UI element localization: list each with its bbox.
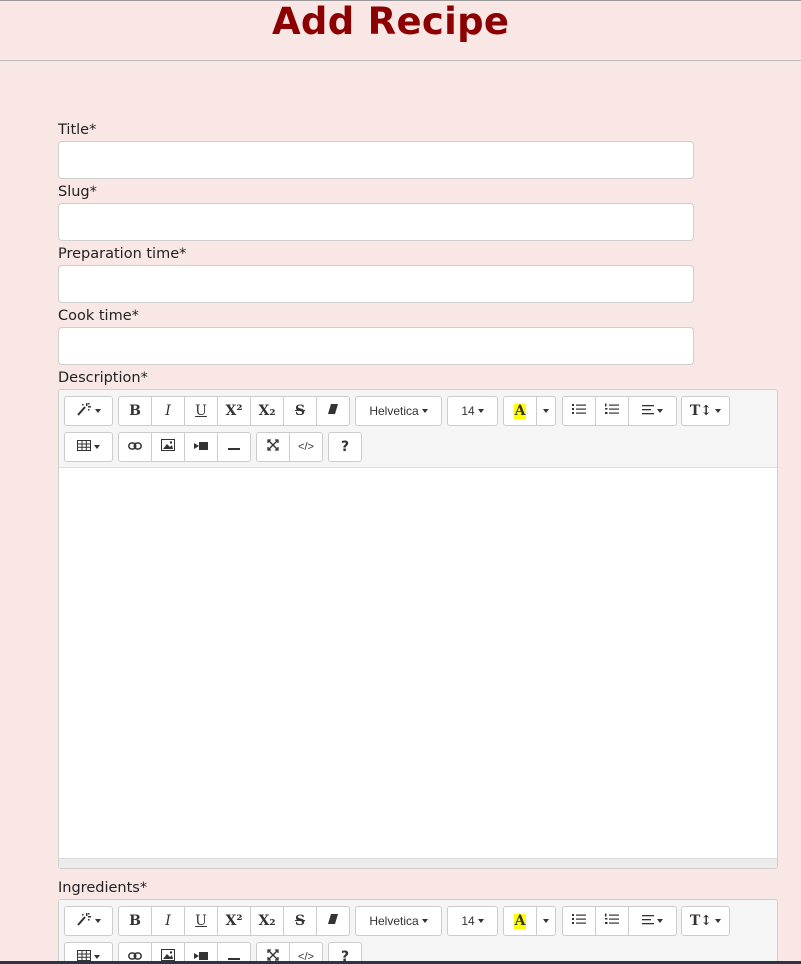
superscript-button[interactable]: X² <box>217 396 251 426</box>
text-color-button[interactable]: A <box>503 396 537 426</box>
chevron-down-icon <box>95 409 101 413</box>
horizontal-rule-icon <box>228 439 240 455</box>
line-height-button[interactable]: T↕ <box>681 906 730 936</box>
unordered-list-button[interactable] <box>562 906 596 936</box>
editor-toolbar: B I U X² X₂ S Helvetica 14 A T↕ </> ? <box>59 900 777 964</box>
italic-button[interactable]: I <box>151 396 185 426</box>
ingredients-label: Ingredients* <box>58 880 148 896</box>
bullet-list-icon <box>572 913 586 929</box>
font-size-value: 14 <box>461 404 475 418</box>
table-button[interactable] <box>64 432 113 462</box>
text-color-button[interactable]: A <box>503 906 537 936</box>
paragraph-align-button[interactable] <box>628 396 677 426</box>
strikethrough-button[interactable]: S <box>283 396 317 426</box>
link-icon <box>128 439 142 455</box>
chevron-down-icon <box>543 409 549 413</box>
text-height-icon: T↕ <box>689 913 713 929</box>
cook-time-input[interactable] <box>58 327 694 365</box>
bold-button[interactable]: B <box>118 396 152 426</box>
style-button[interactable] <box>64 906 113 936</box>
chevron-down-icon <box>95 919 101 923</box>
align-left-icon <box>642 403 654 419</box>
line-height-button[interactable]: T↕ <box>681 396 730 426</box>
font-size-dropdown[interactable]: 14 <box>447 906 498 936</box>
chevron-down-icon <box>715 409 722 413</box>
title-input[interactable] <box>58 141 694 179</box>
description-label: Description* <box>58 370 148 386</box>
magic-wand-icon <box>76 402 92 420</box>
video-button[interactable] <box>184 432 218 462</box>
expand-icon <box>267 439 279 455</box>
editor-toolbar: B I U X² X₂ S Helvetica 14 A T↕ </> ? <box>59 390 777 468</box>
italic-button[interactable]: I <box>151 906 185 936</box>
chevron-down-icon <box>94 955 100 959</box>
text-height-icon: T↕ <box>689 403 713 419</box>
ordered-list-button[interactable] <box>595 396 629 426</box>
chevron-down-icon <box>657 919 663 923</box>
link-button[interactable] <box>118 432 152 462</box>
subscript-button[interactable]: X₂ <box>250 396 284 426</box>
page-title: Add Recipe <box>272 0 510 43</box>
style-button[interactable] <box>64 396 113 426</box>
color-dropdown-button[interactable] <box>536 396 556 426</box>
prep-time-input[interactable] <box>58 265 694 303</box>
bullet-list-icon <box>572 403 586 419</box>
chevron-down-icon <box>94 445 100 449</box>
slug-label: Slug* <box>58 184 97 200</box>
text-color-icon: A <box>513 402 527 419</box>
ordered-list-button[interactable] <box>595 906 629 936</box>
fullscreen-button[interactable] <box>256 432 290 462</box>
eraser-icon <box>327 403 339 419</box>
underline-button[interactable]: U <box>184 396 218 426</box>
underline-button[interactable]: U <box>184 906 218 936</box>
resize-handle[interactable] <box>59 858 777 868</box>
font-name-dropdown[interactable]: Helvetica <box>355 906 442 936</box>
strikethrough-button[interactable]: S <box>283 906 317 936</box>
superscript-button[interactable]: X² <box>217 906 251 936</box>
chevron-down-icon <box>421 409 428 413</box>
chevron-down-icon <box>715 919 722 923</box>
font-name-value: Helvetica <box>369 914 419 928</box>
font-size-value: 14 <box>461 914 475 928</box>
horizontal-rule-button[interactable] <box>217 432 251 462</box>
description-editor: B I U X² X₂ S Helvetica 14 A T↕ </> ? <box>58 389 778 869</box>
bold-button[interactable]: B <box>118 906 152 936</box>
cook-time-label: Cook time* <box>58 308 139 324</box>
chevron-down-icon <box>421 919 428 923</box>
chevron-down-icon <box>477 409 484 413</box>
image-button[interactable] <box>151 432 185 462</box>
image-icon <box>161 439 175 455</box>
paragraph-align-button[interactable] <box>628 906 677 936</box>
subscript-button[interactable]: X₂ <box>250 906 284 936</box>
page-header: Add Recipe <box>0 0 801 61</box>
video-icon <box>194 439 208 455</box>
ingredients-editor: B I U X² X₂ S Helvetica 14 A T↕ </> ? <box>58 899 778 964</box>
eraser-icon <box>327 913 339 929</box>
prep-time-label: Preparation time* <box>58 246 187 262</box>
font-name-value: Helvetica <box>369 404 419 418</box>
slug-input[interactable] <box>58 203 694 241</box>
clear-format-button[interactable] <box>316 396 350 426</box>
magic-wand-icon <box>76 912 92 930</box>
color-dropdown-button[interactable] <box>536 906 556 936</box>
unordered-list-button[interactable] <box>562 396 596 426</box>
chevron-down-icon <box>543 919 549 923</box>
clear-format-button[interactable] <box>316 906 350 936</box>
font-size-dropdown[interactable]: 14 <box>447 396 498 426</box>
code-view-button[interactable]: </> <box>289 432 323 462</box>
title-label: Title* <box>58 122 97 138</box>
text-color-icon: A <box>513 912 527 929</box>
help-button[interactable]: ? <box>328 432 362 462</box>
table-icon <box>77 439 91 455</box>
description-editable-area[interactable] <box>59 468 777 858</box>
chevron-down-icon <box>477 919 484 923</box>
font-name-dropdown[interactable]: Helvetica <box>355 396 442 426</box>
numbered-list-icon <box>605 403 619 419</box>
chevron-down-icon <box>657 409 663 413</box>
numbered-list-icon <box>605 913 619 929</box>
align-left-icon <box>642 913 654 929</box>
